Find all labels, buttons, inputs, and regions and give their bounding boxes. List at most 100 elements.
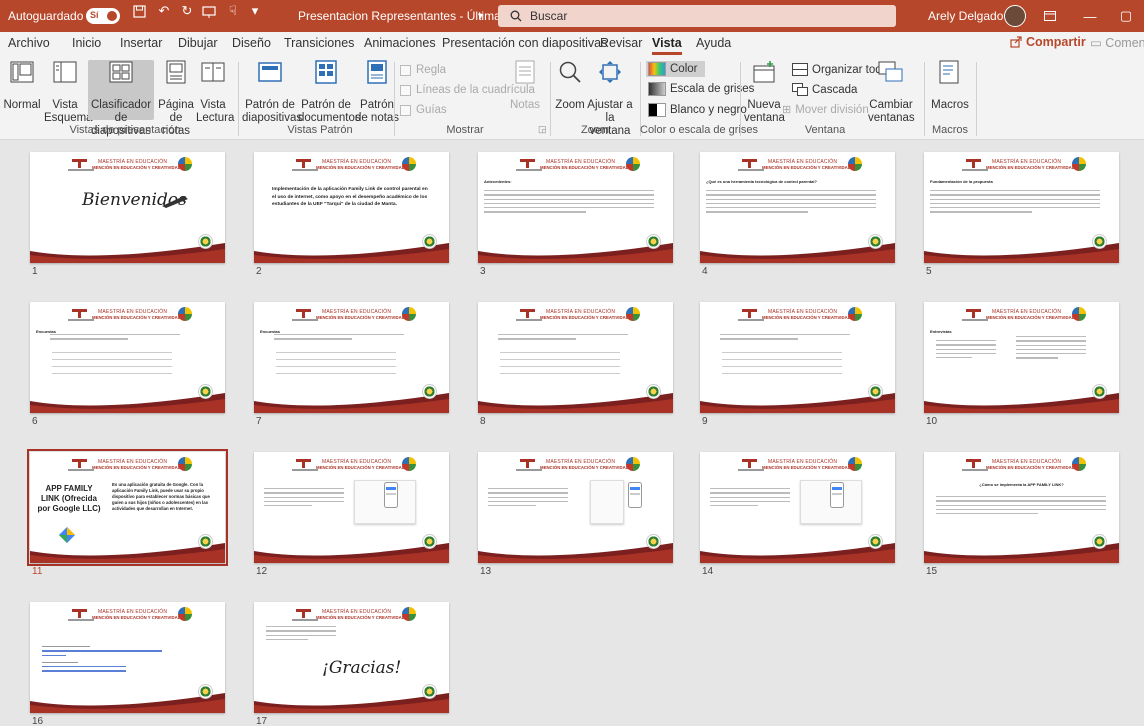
cascade-icon <box>792 83 808 96</box>
slide-sorter-icon <box>109 61 133 83</box>
ribbon-vista: Normal Vista Esquema Clasificador de dia… <box>0 56 1144 140</box>
comments-button[interactable]: ▭ Comenta <box>1090 35 1144 50</box>
slide-sorter-button[interactable]: Clasificador de diapositivas <box>88 60 154 137</box>
new-window-label-1: Nueva <box>747 99 781 111</box>
slide-text-lines <box>936 496 1106 517</box>
restore-icon[interactable]: ▢ <box>1108 0 1144 32</box>
tab-transiciones[interactable]: Transiciones <box>284 36 354 50</box>
user-name[interactable]: Arely Delgado <box>928 0 1003 32</box>
tab-revisar[interactable]: Revisar <box>600 36 642 50</box>
slide-thumbnail-16[interactable]: MAESTRÍA EN EDUCACIÓN MENCIÓN EN EDUCACI… <box>30 602 225 713</box>
slide-master-button[interactable]: Patrón de diapositivas <box>242 60 302 124</box>
school-seal <box>868 384 883 399</box>
ribbon-display-icon[interactable] <box>1032 0 1068 32</box>
avatar[interactable] <box>1004 0 1026 32</box>
slide-thumbnail-1[interactable]: MAESTRÍA EN EDUCACIÓN MENCIÓN EN EDUCACI… <box>30 152 225 263</box>
slide-thumbnail-2[interactable]: MAESTRÍA EN EDUCACIÓN MENCIÓN EN EDUCACI… <box>254 152 449 263</box>
slide-thumbnail-14[interactable]: MAESTRÍA EN EDUCACIÓN MENCIÓN EN EDUCACI… <box>700 452 895 563</box>
university-logo <box>738 459 764 471</box>
slide-thumbnail-4[interactable]: MAESTRÍA EN EDUCACIÓN MENCIÓN EN EDUCACI… <box>700 152 895 263</box>
slide-thumbnail-10[interactable]: MAESTRÍA EN EDUCACIÓN MENCIÓN EN EDUCACI… <box>924 302 1119 413</box>
redo-icon[interactable]: ↻ <box>176 0 198 22</box>
tab-diseno[interactable]: Diseño <box>232 36 271 50</box>
cascade-button[interactable]: Cascada <box>792 83 857 96</box>
fit-to-window-button[interactable]: Ajustar a la ventana <box>586 60 634 137</box>
save-icon[interactable] <box>128 0 150 22</box>
slide-header-line2: MENCIÓN EN EDUCACIÓN Y CREATIVIDAD <box>316 165 405 170</box>
tab-ayuda[interactable]: Ayuda <box>696 36 731 50</box>
university-logo <box>68 159 94 171</box>
program-logo <box>178 157 192 171</box>
slide-thumbnail-12[interactable]: MAESTRÍA EN EDUCACIÓN MENCIÓN EN EDUCACI… <box>254 452 449 563</box>
ribbon-separator <box>740 62 741 136</box>
guides-checkbox[interactable]: Guías <box>400 104 447 116</box>
touch-mode-icon[interactable]: ☟ <box>222 0 244 22</box>
grayscale-button[interactable]: Escala de grises <box>648 82 754 96</box>
ribbon-tabs: Archivo Inicio Insertar Dibujar Diseño T… <box>0 32 1144 56</box>
start-presentation-icon[interactable] <box>198 0 220 22</box>
slide-number: 3 <box>480 266 486 277</box>
slide-number: 14 <box>702 566 714 577</box>
university-logo <box>68 309 94 321</box>
handout-master-button[interactable]: Patrón de documentos <box>298 60 361 124</box>
tab-archivo[interactable]: Archivo <box>8 36 50 50</box>
tab-insertar[interactable]: Insertar <box>120 36 162 50</box>
search-box[interactable]: Buscar <box>498 5 896 27</box>
slide-thumbnail-6[interactable]: MAESTRÍA EN EDUCACIÓN MENCIÓN EN EDUCACI… <box>30 302 225 413</box>
school-seal <box>646 384 661 399</box>
notes-button[interactable]: Notas <box>508 60 542 120</box>
macros-icon <box>939 60 959 84</box>
customize-toolbar-icon[interactable]: ▾ <box>244 0 266 22</box>
autosave-toggle[interactable]: Sí <box>86 0 120 32</box>
tab-vista[interactable]: Vista <box>652 36 682 55</box>
share-button[interactable]: Compartir <box>1010 35 1086 49</box>
ruler-checkbox[interactable]: Regla <box>400 64 446 76</box>
black-white-button[interactable]: Blanco y negro <box>648 103 747 117</box>
move-split-button[interactable]: ⊞ Mover división <box>782 103 869 117</box>
slide-link-lines <box>42 646 162 675</box>
slide-footer-wave <box>924 243 1119 263</box>
slide-title: APP FAMILY LINK (Ofrecida por Google LLC… <box>37 484 101 513</box>
slide-thumbnail-7[interactable]: MAESTRÍA EN EDUCACIÓN MENCIÓN EN EDUCACI… <box>254 302 449 413</box>
program-logo <box>1072 457 1086 471</box>
reading-view-button[interactable]: Vista Lectura <box>196 60 234 124</box>
notes-label: Notas <box>509 99 541 111</box>
slide-footer-wave <box>254 693 449 713</box>
macros-button[interactable]: Macros <box>930 60 970 120</box>
outline-view-button[interactable]: Vista Esquema <box>44 60 93 124</box>
slide-thumbnail-8[interactable]: MAESTRÍA EN EDUCACIÓN MENCIÓN EN EDUCACI… <box>478 302 673 413</box>
slide-header: MAESTRÍA EN EDUCACIÓN MENCIÓN EN EDUCACI… <box>478 302 673 330</box>
color-button[interactable]: Color <box>646 61 706 77</box>
tab-animaciones[interactable]: Animaciones <box>364 36 436 50</box>
school-seal <box>198 384 213 399</box>
comments-label: Comenta <box>1105 36 1144 50</box>
zoom-button[interactable]: Zoom <box>554 60 586 120</box>
tab-dibujar[interactable]: Dibujar <box>178 36 218 50</box>
tab-presentacion[interactable]: Presentación con diapositivas <box>442 36 607 50</box>
slide-header: MAESTRÍA EN EDUCACIÓN MENCIÓN EN EDUCACI… <box>30 302 225 330</box>
phone-screenshot <box>384 482 398 508</box>
slide-table <box>500 352 620 380</box>
slide-thumbnail-9[interactable]: MAESTRÍA EN EDUCACIÓN MENCIÓN EN EDUCACI… <box>700 302 895 413</box>
university-logo <box>516 309 542 321</box>
slide-thumbnail-13[interactable]: MAESTRÍA EN EDUCACIÓN MENCIÓN EN EDUCACI… <box>478 452 673 563</box>
slide-number: 15 <box>926 566 938 577</box>
undo-icon[interactable]: ↶ <box>153 0 175 22</box>
slide-thumbnail-15[interactable]: MAESTRÍA EN EDUCACIÓN MENCIÓN EN EDUCACI… <box>924 452 1119 563</box>
slide-thumbnail-11[interactable]: MAESTRÍA EN EDUCACIÓN MENCIÓN EN EDUCACI… <box>27 449 228 566</box>
slide-footer-wave <box>924 543 1119 563</box>
fit-to-window-label-1: Ajustar a <box>587 99 633 111</box>
minimize-icon[interactable]: — <box>1072 0 1108 32</box>
slide-thumbnail-3[interactable]: MAESTRÍA EN EDUCACIÓN MENCIÓN EN EDUCACI… <box>478 152 673 263</box>
notes-page-button[interactable]: Página de notas <box>156 60 196 137</box>
show-dialog-launcher-icon[interactable]: ◲ <box>538 124 547 135</box>
normal-view-button[interactable]: Normal <box>2 60 42 120</box>
new-window-button[interactable]: Nueva ventana <box>744 60 785 124</box>
outline-view-label-1: Vista <box>52 99 78 111</box>
switch-windows-button[interactable]: Cambiar ventanas <box>868 60 915 124</box>
slide-thumbnail-5[interactable]: MAESTRÍA EN EDUCACIÓN MENCIÓN EN EDUCACI… <box>924 152 1119 263</box>
tab-inicio[interactable]: Inicio <box>72 36 101 50</box>
title-dropdown-icon[interactable]: ▾ <box>478 0 483 32</box>
slide-thumbnail-17[interactable]: MAESTRÍA EN EDUCACIÓN MENCIÓN EN EDUCACI… <box>254 602 449 713</box>
slide-footer-wave <box>478 243 673 263</box>
